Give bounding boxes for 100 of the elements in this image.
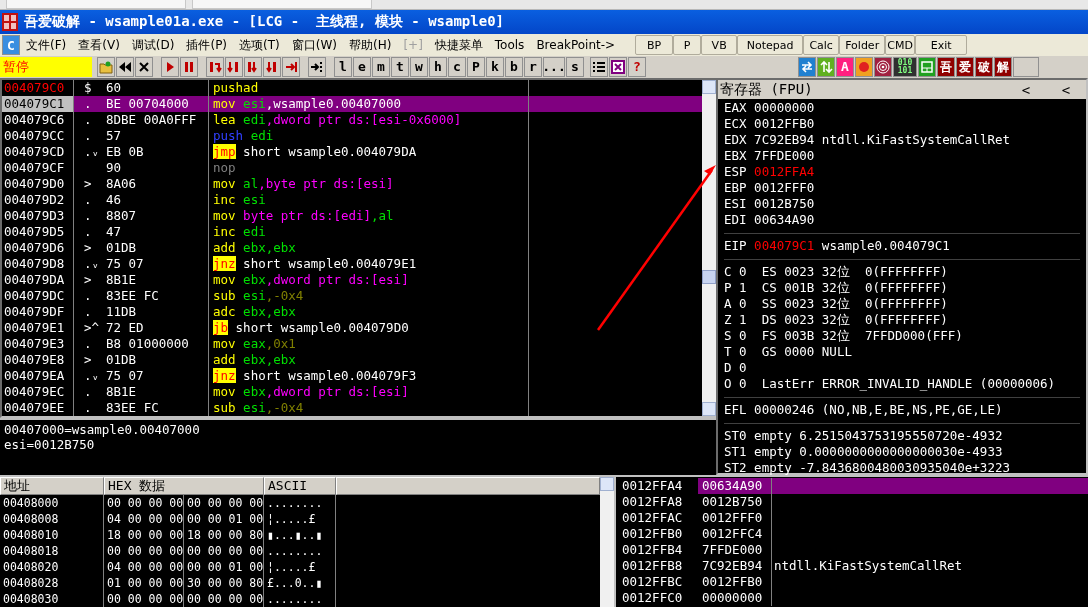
tool-button[interactable]: VB [701,35,738,55]
window-button[interactable]: m [372,56,390,77]
pause-icon[interactable] [180,56,198,77]
menu-item[interactable]: 文件(F) [20,36,73,54]
tool-button[interactable]: BP [635,35,674,55]
stack-row[interactable]: 0012FFB4 7FFDE000 [616,542,1088,558]
disassembly-row[interactable]: 004079D5 . 47 inc edi [2,224,702,240]
instruction-cell: sub esi,-0x4 [209,288,529,304]
up-down-icon[interactable] [817,56,835,77]
tool-button[interactable]: CMD [885,35,916,55]
window-icon[interactable] [918,56,936,77]
disassembly-row[interactable]: 004079D2 . 46 inc esi [2,192,702,208]
window-button[interactable]: w [410,56,428,77]
menu-item[interactable]: 插件(P) [180,36,234,54]
window-button[interactable]: r [524,56,542,77]
menu-item[interactable]: Tools [488,38,531,52]
address-cell: 004079E3 [2,336,74,352]
menu-item[interactable]: 选项(T) [233,36,286,54]
play-icon[interactable] [161,56,179,77]
trace-into-icon[interactable] [244,56,262,77]
window-button[interactable]: P [467,56,485,77]
disassembly-row[interactable]: 004079DF . 11DB adc ebx,ebx [2,304,702,320]
menu-item: [+] [402,38,424,52]
window-button[interactable]: l [334,56,352,77]
stack-row[interactable]: 0012FFBC 0012FFB0 [616,574,1088,590]
disassembly-row[interactable]: 004079D6 > 01DB add ebx,ebx [2,240,702,256]
window-button[interactable]: c [448,56,466,77]
column-header[interactable]: ASCII [264,477,336,495]
menu-item[interactable]: 窗口(W) [285,36,343,54]
window-button[interactable]: h [429,56,447,77]
help-button[interactable]: ? [628,56,646,77]
window-button[interactable]: t [391,56,409,77]
disassembly-row[interactable]: 004079EC . 8B1E mov ebx,dword ptr ds:[esi] [2,384,702,400]
disassembly-row[interactable]: 004079E8 > 01DB add ebx,ebx [2,352,702,368]
ascii-cell: ¦.....£ [264,559,336,575]
run-to-icon[interactable] [308,56,326,77]
address-cell: 004079E8 [2,352,74,368]
tool-button[interactable]: P [673,35,702,55]
stack-row[interactable]: 0012FFC0 00000000 [616,590,1088,606]
disassembly-row[interactable]: 004079CD .ᵥ EB 0B jmp short wsample0.004079DA [2,144,702,160]
trace-over-icon[interactable] [263,56,281,77]
window-button[interactable]: e [353,56,371,77]
window-button[interactable]: ... [543,56,565,77]
disassembly-row[interactable]: 004079C1 . BE 00704000 mov esi,wsample0.00407000 [2,96,702,112]
scrollbar[interactable] [702,80,716,416]
menu-item[interactable]: BreakPoint-> [530,38,622,52]
window-button[interactable]: b [505,56,523,77]
tool-button[interactable]: Folder [839,35,886,55]
disassembly-row[interactable]: 004079D3 . 8807 mov byte ptr ds:[edi],al [2,208,702,224]
target-icon[interactable] [874,56,892,77]
logo-button[interactable]: 破 [975,56,993,77]
rewind-icon[interactable] [116,56,134,77]
hex-cell: 8A06 [106,176,209,192]
disassembly-row[interactable]: 004079EA .ᵥ 75 07 jnz short wsample0.004079F3 [2,368,702,384]
stack-row[interactable]: 0012FFB8 7C92EB94 ntdll.KiFastSystemCallRet [616,558,1088,574]
disassembly-row[interactable]: 004079EE . 83EE FC sub esi,-0x4 [2,400,702,416]
disassembly-row[interactable]: 004079CF 90 nop [2,160,702,176]
binary-button[interactable]: 010 101 [893,56,917,77]
tool-button[interactable]: Calc [803,35,840,55]
hex-cell: 00 00 00 00 [104,591,184,607]
stack-row[interactable]: 0012FFB0 0012FFC4 [616,526,1088,542]
logo-button[interactable]: 解 [994,56,1012,77]
disassembly-row[interactable]: 004079C6 . 8DBE 00A0FFF lea edi,dword ptr ds:[esi-0x6000] [2,112,702,128]
logo-button[interactable]: 吾 [937,56,955,77]
nav-button[interactable]: < [1006,81,1046,98]
step-over-icon[interactable] [225,56,243,77]
grid-icon[interactable] [609,56,627,77]
register-line: ESP 0012FFA4 [724,164,816,180]
record-icon[interactable] [855,56,873,77]
menu-item[interactable]: 查看(V) [72,36,126,54]
step-into-icon[interactable] [206,56,224,77]
tool-button[interactable]: Exit [915,35,968,55]
swap-icon[interactable] [798,56,816,77]
list-icon[interactable] [590,56,608,77]
menu-item[interactable]: 调试(D) [125,36,181,54]
tool-button[interactable]: Notepad [737,35,804,55]
stack-row[interactable]: 0012FFA4 00634A90 [616,478,1088,494]
return-icon[interactable] [282,56,300,77]
disassembly-row[interactable]: 004079E1 >^ 72 ED jb short wsample0.004079D0 [2,320,702,336]
column-header[interactable]: HEX 数据 [104,477,264,495]
nav-button[interactable]: < [1046,81,1086,98]
window-button[interactable]: k [486,56,504,77]
disassembly-row[interactable]: 004079E3 . B8 01000000 mov eax,0x1 [2,336,702,352]
disassembly-row[interactable]: 004079D0 > 8A06 mov al,byte ptr ds:[esi] [2,176,702,192]
disassembly-row[interactable]: 004079D8 .ᵥ 75 07 jnz short wsample0.004079E1 [2,256,702,272]
logo-button[interactable]: 爱 [956,56,974,77]
disassembly-row[interactable]: 004079CC . 57 push edi [2,128,702,144]
disassembly-row[interactable]: 004079DA > 8B1E mov ebx,dword ptr ds:[esi] [2,272,702,288]
jump-marker: >^ [83,320,101,336]
plugin-button[interactable]: A [836,56,854,77]
column-header[interactable]: 地址 [0,477,104,495]
stack-row[interactable]: 0012FFA8 0012B750 [616,494,1088,510]
disassembly-row[interactable]: 004079DC . 83EE FC sub esi,-0x4 [2,288,702,304]
stack-row[interactable]: 0012FFAC 0012FFF0 [616,510,1088,526]
window-button[interactable]: s [566,56,584,77]
menu-item[interactable]: 帮助(H) [343,36,398,54]
close-icon[interactable] [135,56,153,77]
scrollbar[interactable] [600,477,614,607]
menu-item[interactable]: 快捷菜单 [428,36,489,54]
instruction-cell: mov ebx,dword ptr ds:[esi] [209,272,529,288]
